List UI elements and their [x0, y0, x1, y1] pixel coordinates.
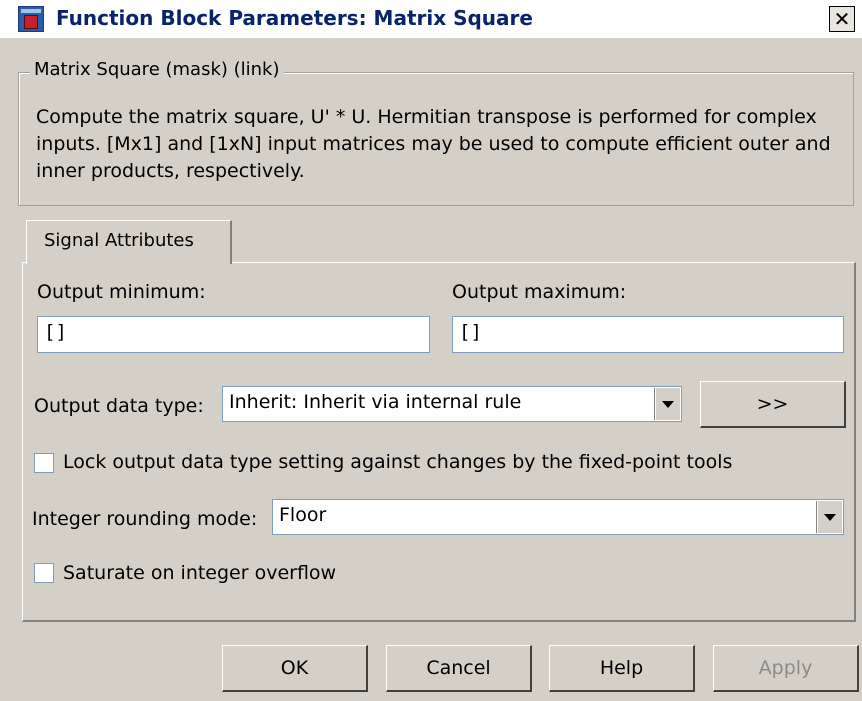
saturate-on-overflow-label: Saturate on integer overflow — [63, 562, 337, 584]
saturate-on-overflow-checkbox[interactable] — [34, 563, 54, 583]
apply-button[interactable]: Apply — [713, 645, 859, 692]
chevron-down-icon[interactable] — [817, 501, 842, 533]
mask-description: Compute the matrix square, U' * U. Hermi… — [36, 106, 831, 182]
data-type-assistant-button[interactable]: >> — [700, 381, 846, 428]
close-icon: ✕ — [833, 7, 851, 31]
lock-output-data-type-label: Lock output data type setting against ch… — [63, 451, 733, 473]
help-button[interactable]: Help — [549, 645, 695, 692]
window-title: Function Block Parameters: Matrix Square — [56, 6, 533, 30]
integer-rounding-mode-select[interactable]: Floor — [272, 499, 844, 535]
output-maximum-label: Output maximum: — [452, 281, 627, 303]
output-data-type-select[interactable]: Inherit: Inherit via internal rule — [222, 386, 682, 422]
output-data-type-label: Output data type: — [34, 395, 204, 417]
simulink-block-icon — [18, 6, 44, 32]
tab-label: Signal Attributes — [44, 230, 194, 251]
close-button[interactable]: ✕ — [829, 6, 855, 32]
tab-signal-attributes[interactable]: Signal Attributes — [26, 220, 232, 264]
output-minimum-input[interactable]: [] — [37, 316, 430, 353]
output-minimum-label: Output minimum: — [37, 281, 206, 303]
mask-group-legend: Matrix Square (mask) (link) — [30, 59, 284, 80]
integer-rounding-mode-label: Integer rounding mode: — [32, 508, 258, 530]
title-bar: Function Block Parameters: Matrix Square… — [0, 0, 862, 38]
output-data-type-value: Inherit: Inherit via internal rule — [229, 391, 522, 413]
integer-rounding-mode-value: Floor — [279, 504, 327, 526]
ok-button[interactable]: OK — [222, 645, 368, 692]
chevron-down-icon[interactable] — [655, 388, 680, 420]
cancel-button[interactable]: Cancel — [386, 645, 532, 692]
output-maximum-input[interactable]: [] — [452, 316, 844, 353]
lock-output-data-type-checkbox[interactable] — [34, 453, 54, 473]
